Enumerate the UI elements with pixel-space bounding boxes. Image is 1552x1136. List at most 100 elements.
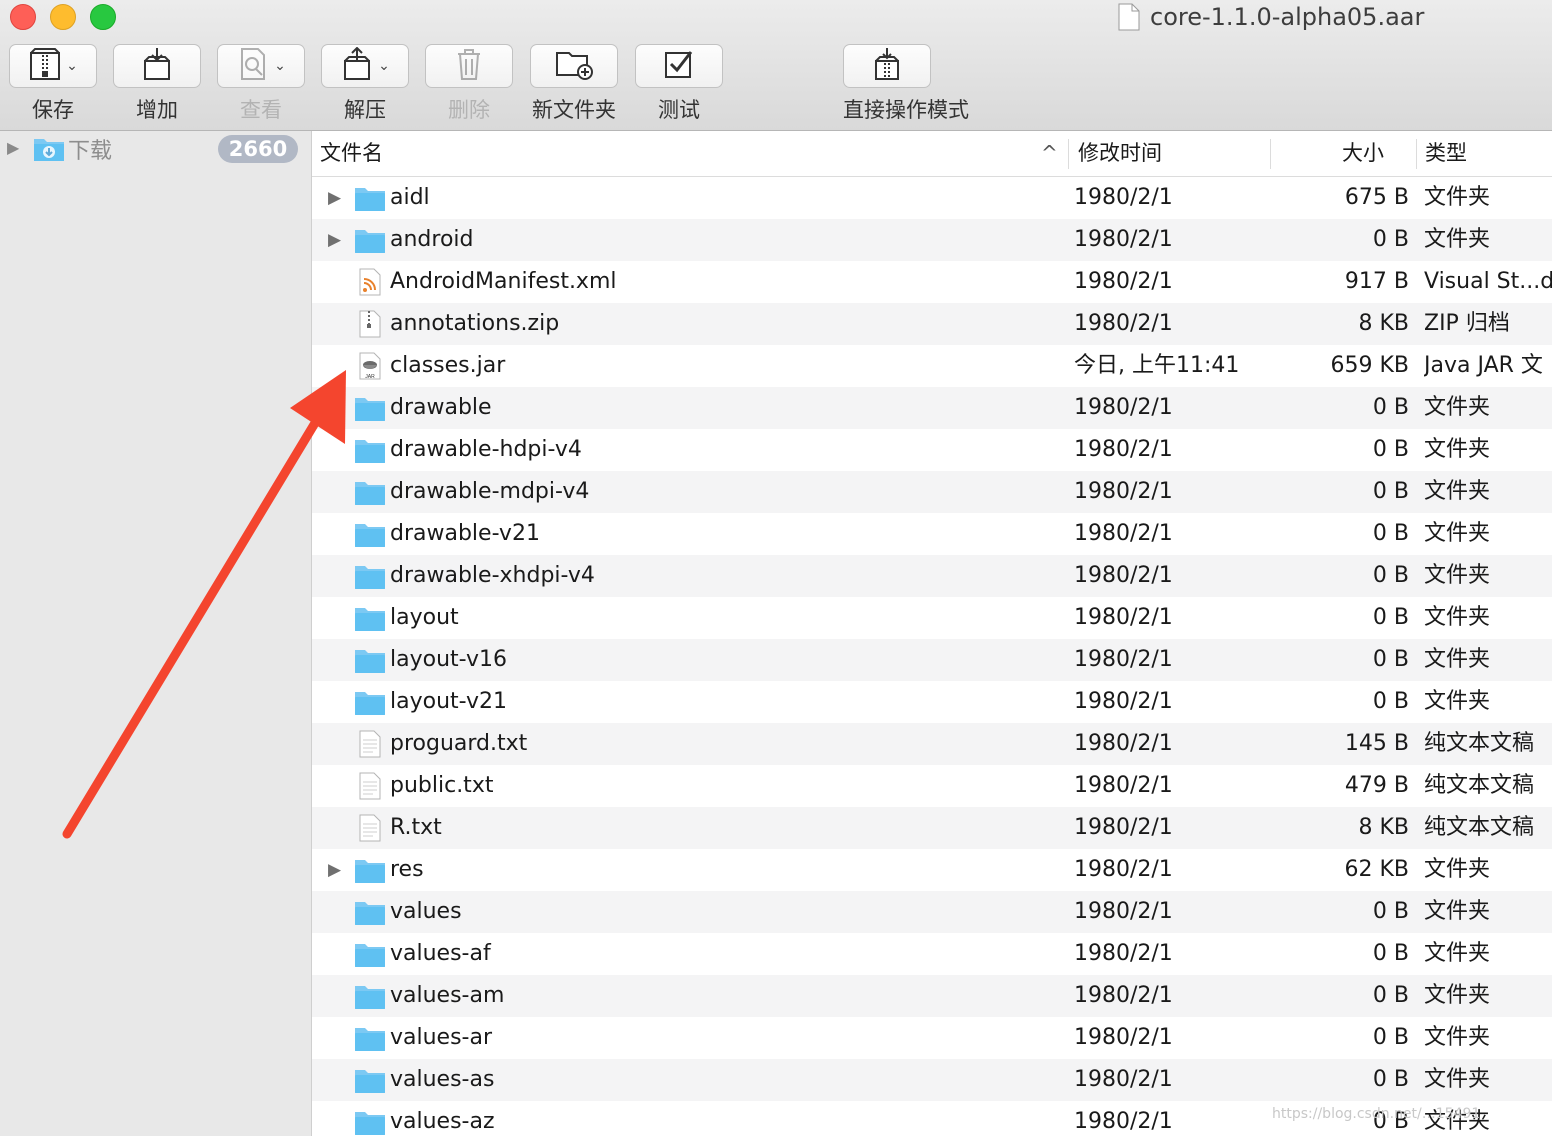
file-row[interactable]: layout 1980/2/1 0 B 文件夹: [312, 597, 1552, 639]
file-modified-date: 1980/2/1: [1074, 941, 1173, 966]
file-row[interactable]: ▶ res 1980/2/1 62 KB 文件夹: [312, 849, 1552, 891]
column-header-modified[interactable]: 修改时间: [1078, 131, 1162, 176]
view-tool[interactable]: ⌄ 查看: [217, 44, 305, 124]
file-size: 0 B: [1372, 899, 1409, 924]
column-header-kind[interactable]: 类型: [1425, 131, 1467, 176]
chevron-down-icon[interactable]: ⌄: [378, 58, 390, 74]
column-divider[interactable]: [1068, 139, 1069, 169]
new-folder-tool[interactable]: 新文件夹: [530, 44, 618, 124]
column-header-size[interactable]: 大小: [1342, 131, 1384, 176]
disclosure-triangle-icon[interactable]: ▶: [328, 849, 341, 891]
file-name: AndroidManifest.xml: [390, 269, 617, 294]
file-name: classes.jar: [390, 353, 506, 378]
file-row[interactable]: layout-v16 1980/2/1 0 B 文件夹: [312, 639, 1552, 681]
minimize-window-button[interactable]: [50, 4, 76, 30]
file-name: android: [390, 227, 474, 252]
sidebar: ▶ 下载 2660: [0, 131, 312, 1136]
save-label: 保存: [32, 98, 74, 122]
file-size: 917 B: [1344, 269, 1409, 294]
close-window-button[interactable]: [10, 4, 36, 30]
file-kind: 文件夹: [1424, 941, 1491, 966]
file-row[interactable]: ▶ aidl 1980/2/1 675 B 文件夹: [312, 177, 1552, 219]
file-row[interactable]: drawable-hdpi-v4 1980/2/1 0 B 文件夹: [312, 429, 1552, 471]
column-divider[interactable]: [1416, 139, 1417, 169]
disclosure-triangle-icon[interactable]: ▶: [328, 177, 341, 219]
view-button[interactable]: ⌄: [217, 44, 305, 88]
folder-icon: [354, 940, 386, 968]
file-row[interactable]: values-as 1980/2/1 0 B 文件夹: [312, 1059, 1552, 1101]
file-row[interactable]: annotations.zip 1980/2/1 8 KB ZIP 归档: [312, 303, 1552, 345]
file-row[interactable]: values 1980/2/1 0 B 文件夹: [312, 891, 1552, 933]
direct-mode-tool[interactable]: 直接操作模式: [843, 44, 969, 124]
file-row[interactable]: values-af 1980/2/1 0 B 文件夹: [312, 933, 1552, 975]
file-row[interactable]: values-am 1980/2/1 0 B 文件夹: [312, 975, 1552, 1017]
file-size: 0 B: [1372, 647, 1409, 672]
file-modified-date: 1980/2/1: [1074, 521, 1173, 546]
file-name: values-am: [390, 983, 505, 1008]
file-row[interactable]: drawable 1980/2/1 0 B 文件夹: [312, 387, 1552, 429]
chevron-down-icon[interactable]: ⌄: [66, 58, 78, 74]
chevron-down-icon[interactable]: ⌄: [274, 58, 286, 74]
delete-button[interactable]: [425, 44, 513, 88]
delete-tool[interactable]: 删除: [425, 44, 513, 124]
file-kind: Java JAR 文: [1424, 353, 1543, 378]
file-kind: 文件夹: [1424, 437, 1491, 462]
direct-mode-label: 直接操作模式: [843, 98, 969, 122]
disclosure-triangle-icon[interactable]: ▶: [7, 138, 19, 157]
file-row[interactable]: drawable-mdpi-v4 1980/2/1 0 B 文件夹: [312, 471, 1552, 513]
item-count-badge: 2660: [218, 135, 298, 163]
file-name: drawable: [390, 395, 492, 420]
column-divider[interactable]: [1270, 139, 1271, 169]
file-row[interactable]: drawable-v21 1980/2/1 0 B 文件夹: [312, 513, 1552, 555]
file-kind: 文件夹: [1424, 227, 1491, 252]
disclosure-triangle-icon[interactable]: ▶: [328, 219, 341, 261]
new-folder-button[interactable]: [530, 44, 618, 88]
file-name: drawable-mdpi-v4: [390, 479, 590, 504]
file-row[interactable]: ▶ android 1980/2/1 0 B 文件夹: [312, 219, 1552, 261]
file-kind: 文件夹: [1424, 689, 1491, 714]
file-kind: 文件夹: [1424, 605, 1491, 630]
file-row[interactable]: R.txt 1980/2/1 8 KB 纯文本文稿: [312, 807, 1552, 849]
watermark: https://blog.csdn.net/…15491: [1272, 1106, 1481, 1122]
file-row[interactable]: drawable-xhdpi-v4 1980/2/1 0 B 文件夹: [312, 555, 1552, 597]
file-row[interactable]: values-ar 1980/2/1 0 B 文件夹: [312, 1017, 1552, 1059]
add-button[interactable]: [113, 44, 201, 88]
file-kind: 文件夹: [1424, 395, 1491, 420]
file-row[interactable]: JAR classes.jar 今日, 上午11:41 659 KB Java JAR …: [312, 345, 1552, 387]
add-label: 增加: [136, 98, 178, 122]
file-kind: 文件夹: [1424, 1067, 1491, 1092]
test-button[interactable]: [635, 44, 723, 88]
folder-icon: [354, 226, 386, 254]
file-modified-date: 1980/2/1: [1074, 899, 1173, 924]
extract-button[interactable]: ⌄: [321, 44, 409, 88]
file-row[interactable]: layout-v21 1980/2/1 0 B 文件夹: [312, 681, 1552, 723]
svg-text:JAR: JAR: [365, 374, 375, 380]
file-row[interactable]: proguard.txt 1980/2/1 145 B 纯文本文稿: [312, 723, 1552, 765]
test-tool[interactable]: 测试: [635, 44, 723, 124]
file-kind: 文件夹: [1424, 647, 1491, 672]
sort-ascending-icon[interactable]: ^: [1041, 131, 1058, 176]
file-name: values-az: [390, 1109, 495, 1134]
extract-tool[interactable]: ⌄ 解压: [321, 44, 409, 124]
file-name: drawable-xhdpi-v4: [390, 563, 595, 588]
save-tool[interactable]: ⌄ 保存: [9, 44, 97, 124]
file-row[interactable]: public.txt 1980/2/1 479 B 纯文本文稿: [312, 765, 1552, 807]
file-name: values-ar: [390, 1025, 493, 1050]
file-row[interactable]: AndroidManifest.xml 1980/2/1 917 B Visual S…: [312, 261, 1552, 303]
file-modified-date: 1980/2/1: [1074, 731, 1173, 756]
add-tool[interactable]: 增加: [113, 44, 201, 124]
file-rows: ▶ aidl 1980/2/1 675 B 文件夹 ▶ android 1980/2/1 0 B…: [312, 177, 1552, 1136]
folder-icon: [354, 436, 386, 464]
column-header-name[interactable]: 文件名: [320, 131, 383, 176]
sidebar-item-downloads[interactable]: ▶ 下载 2660: [0, 133, 311, 165]
zoom-window-button[interactable]: [90, 4, 116, 30]
view-label: 查看: [240, 98, 282, 122]
delete-label: 删除: [448, 98, 490, 122]
file-name: drawable-v21: [390, 521, 540, 546]
save-button[interactable]: ⌄: [9, 44, 97, 88]
file-modified-date: 1980/2/1: [1074, 647, 1173, 672]
folder-icon: [354, 856, 386, 884]
file-kind: 文件夹: [1424, 563, 1491, 588]
direct-mode-button[interactable]: [843, 44, 931, 88]
file-name: values-af: [390, 941, 491, 966]
